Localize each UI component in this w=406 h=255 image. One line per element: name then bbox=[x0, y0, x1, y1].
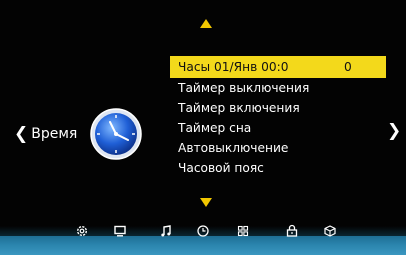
chevron-left-icon: ❮ bbox=[14, 124, 29, 144]
monitor-icon[interactable] bbox=[113, 224, 127, 238]
menu-item-clock[interactable]: Часы 01/Янв 00:0 0 bbox=[170, 56, 386, 78]
menu-item-label: Таймер сна bbox=[178, 121, 252, 135]
menu-item-on-timer[interactable]: Таймер включения bbox=[170, 98, 386, 118]
menu-item-sleep-timer[interactable]: Таймер сна bbox=[170, 118, 386, 138]
prev-category-button[interactable]: ❮ Время bbox=[14, 124, 77, 144]
menu-item-label: Часовой пояс bbox=[178, 161, 264, 175]
scroll-down-arrow-icon[interactable] bbox=[200, 198, 212, 207]
menu-item-off-timer[interactable]: Таймер выключения bbox=[170, 78, 386, 98]
category-icon-bar bbox=[0, 224, 406, 238]
menu-item-label: Таймер включения bbox=[178, 101, 300, 115]
chevron-right-icon: ❯ bbox=[387, 121, 402, 141]
lock-icon[interactable] bbox=[285, 224, 299, 238]
menu-item-label: Автовыключение bbox=[178, 141, 289, 155]
box-icon[interactable] bbox=[323, 224, 337, 238]
grid-icon[interactable] bbox=[236, 224, 250, 238]
time-settings-menu: Часы 01/Янв 00:0 0 Таймер выключения Тай… bbox=[170, 56, 386, 178]
next-category-button[interactable]: ❯ bbox=[387, 121, 401, 141]
category-label: Время bbox=[31, 126, 78, 142]
bottom-bar bbox=[0, 236, 406, 255]
music-note-icon[interactable] bbox=[159, 224, 173, 238]
clock-icon[interactable] bbox=[196, 224, 210, 238]
menu-item-auto-standby[interactable]: Автовыключение bbox=[170, 138, 386, 158]
menu-item-label: Таймер выключения bbox=[178, 81, 310, 95]
menu-item-value: 0 bbox=[344, 60, 352, 74]
menu-item-label: Часы 01/Янв 00:0 bbox=[178, 60, 289, 74]
menu-item-time-zone[interactable]: Часовой пояс bbox=[170, 158, 386, 178]
settings-gear-icon[interactable] bbox=[75, 224, 89, 238]
time-clock-icon bbox=[90, 108, 142, 160]
scroll-up-arrow-icon[interactable] bbox=[200, 19, 212, 28]
tv-menu-screen: ❮ Время Часы 01/Янв 00:0 0 Таймер выключ… bbox=[0, 0, 406, 255]
